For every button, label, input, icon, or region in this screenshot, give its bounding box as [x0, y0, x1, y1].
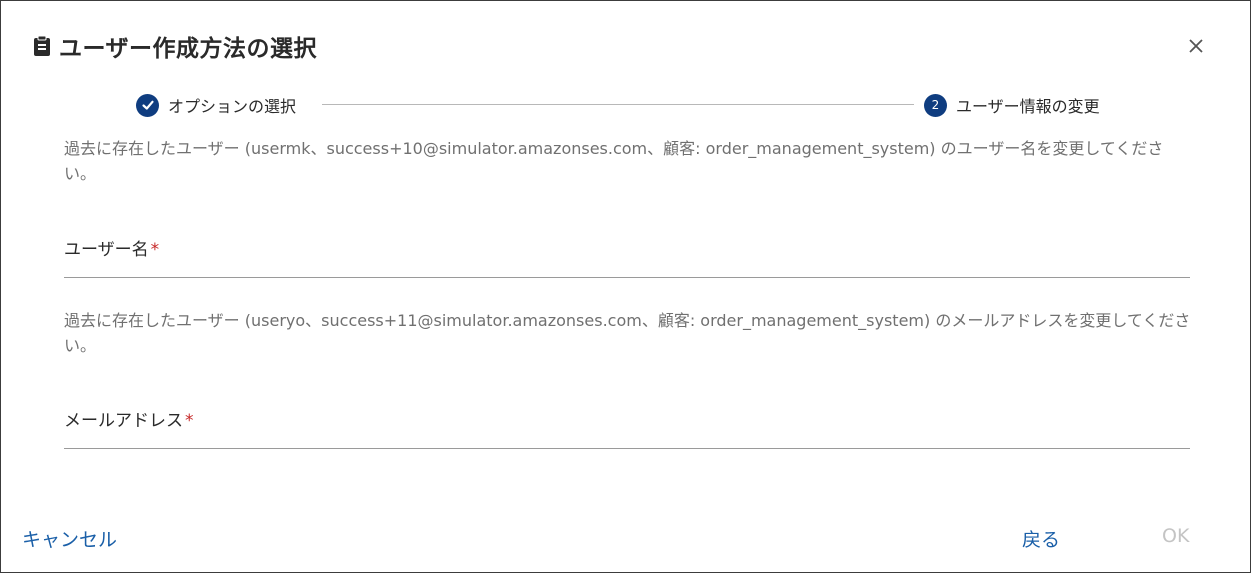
step-completed-circle	[136, 93, 159, 117]
user-creation-dialog: ユーザー作成方法の選択 オプションの選択 2 ユーザー情報の変更 過去に存在した…	[0, 0, 1251, 573]
cancel-button[interactable]: キャンセル	[22, 525, 117, 552]
step-number-badge: 2	[924, 93, 947, 117]
check-icon	[141, 100, 154, 110]
close-icon[interactable]	[1185, 35, 1207, 57]
username-input[interactable]	[64, 233, 1194, 279]
step-select-option[interactable]: オプションの選択	[136, 93, 296, 117]
email-input[interactable]	[64, 404, 1194, 450]
dialog-title: ユーザー作成方法の選択	[59, 36, 318, 62]
back-button[interactable]: 戻る	[1022, 525, 1060, 552]
step-label: オプションの選択	[168, 97, 297, 116]
step-connector	[322, 104, 914, 105]
step-change-user-info[interactable]: 2 ユーザー情報の変更	[924, 93, 1100, 117]
username-field[interactable]: ユーザー名 *	[64, 233, 1194, 279]
email-field[interactable]: メールアドレス *	[64, 404, 1194, 450]
clipboard-icon	[34, 35, 50, 56]
dialog-header: ユーザー作成方法の選択	[33, 29, 317, 63]
step-label: ユーザー情報の変更	[956, 97, 1100, 116]
username-description: 過去に存在したユーザー (usermk、success+10@simulator…	[64, 139, 1164, 183]
stepper: オプションの選択 2 ユーザー情報の変更	[136, 93, 1121, 117]
email-description: 過去に存在したユーザー (useryo、success+11@simulator…	[64, 311, 1191, 355]
ok-button[interactable]: OK	[1162, 525, 1189, 547]
